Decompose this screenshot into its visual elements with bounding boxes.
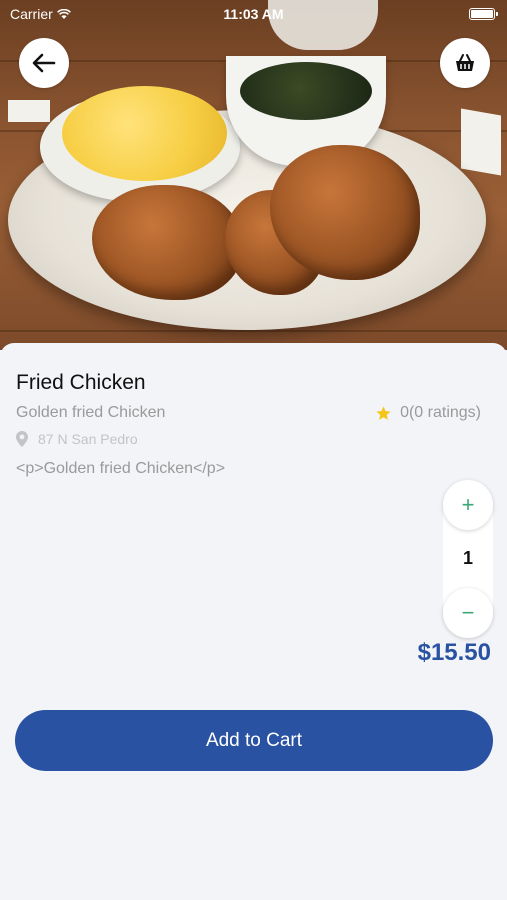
arrow-left-icon — [32, 53, 56, 73]
add-to-cart-button[interactable]: Add to Cart — [15, 710, 493, 771]
product-title: Fried Chicken — [16, 371, 146, 394]
product-image — [0, 0, 507, 350]
cart-button[interactable] — [440, 38, 490, 88]
location-pin-icon — [16, 431, 28, 447]
status-time: 11:03 AM — [223, 6, 284, 22]
address-text: 87 N San Pedro — [38, 431, 138, 447]
product-description: <p>Golden fried Chicken</p> — [16, 460, 226, 477]
star-icon — [376, 405, 391, 420]
quantity-value: 1 — [462, 548, 473, 568]
basket-icon — [456, 54, 474, 71]
status-bar: Carrier 11:03 AM — [0, 0, 507, 28]
rating-text: 0(0 ratings) — [400, 404, 481, 421]
product-rating: 0(0 ratings) — [375, 404, 481, 422]
product-price: $15.50 — [417, 639, 491, 666]
increase-quantity-button[interactable]: + — [443, 480, 493, 530]
back-button[interactable] — [19, 38, 69, 88]
battery-icon — [469, 8, 498, 20]
decrease-quantity-button[interactable]: − — [443, 588, 493, 638]
product-subtitle: Golden fried Chicken — [16, 404, 166, 421]
restaurant-address: 87 N San Pedro — [16, 431, 138, 447]
product-details-card: Fried Chicken Golden fried Chicken 0(0 r… — [0, 343, 507, 900]
